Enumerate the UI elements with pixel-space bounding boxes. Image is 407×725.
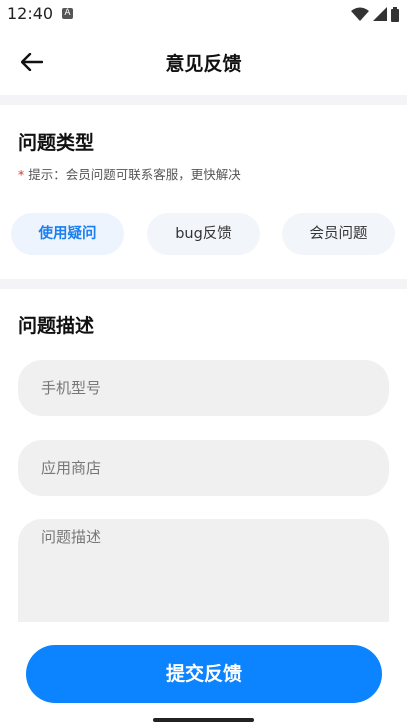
section-divider <box>0 95 407 105</box>
chip-bug-feedback[interactable]: bug反馈 <box>147 213 260 255</box>
wifi-icon <box>351 7 369 21</box>
phone-model-input[interactable]: 手机型号 <box>18 360 389 416</box>
submit-button[interactable]: 提交反馈 <box>26 645 382 703</box>
page-title: 意见反馈 <box>165 53 242 75</box>
section-divider-2 <box>0 279 407 289</box>
description-textarea[interactable]: 问题描述 <box>18 519 389 623</box>
type-section-title: 问题类型 <box>18 132 95 154</box>
status-bar: 12:40 A <box>0 0 407 28</box>
app-bar: 意见反馈 <box>0 28 407 94</box>
notification-a-icon: A <box>62 8 73 19</box>
chip-usage-question[interactable]: 使用疑问 <box>11 213 124 255</box>
gesture-nav-bar[interactable] <box>153 718 254 722</box>
status-time: 12:40 <box>7 4 54 23</box>
app-store-input[interactable]: 应用商店 <box>18 440 389 496</box>
chip-member-issue[interactable]: 会员问题 <box>282 213 395 255</box>
battery-icon <box>391 6 399 22</box>
required-star: * <box>18 167 25 182</box>
hint-text: 提示：会员问题可联系客服，更快解决 <box>28 167 241 182</box>
type-hint: * 提示：会员问题可联系客服，更快解决 <box>18 164 241 183</box>
type-chips: 使用疑问 bug反馈 会员问题 <box>11 213 407 255</box>
status-icons <box>351 6 399 22</box>
desc-section-title: 问题描述 <box>18 315 95 337</box>
signal-icon <box>373 7 387 21</box>
